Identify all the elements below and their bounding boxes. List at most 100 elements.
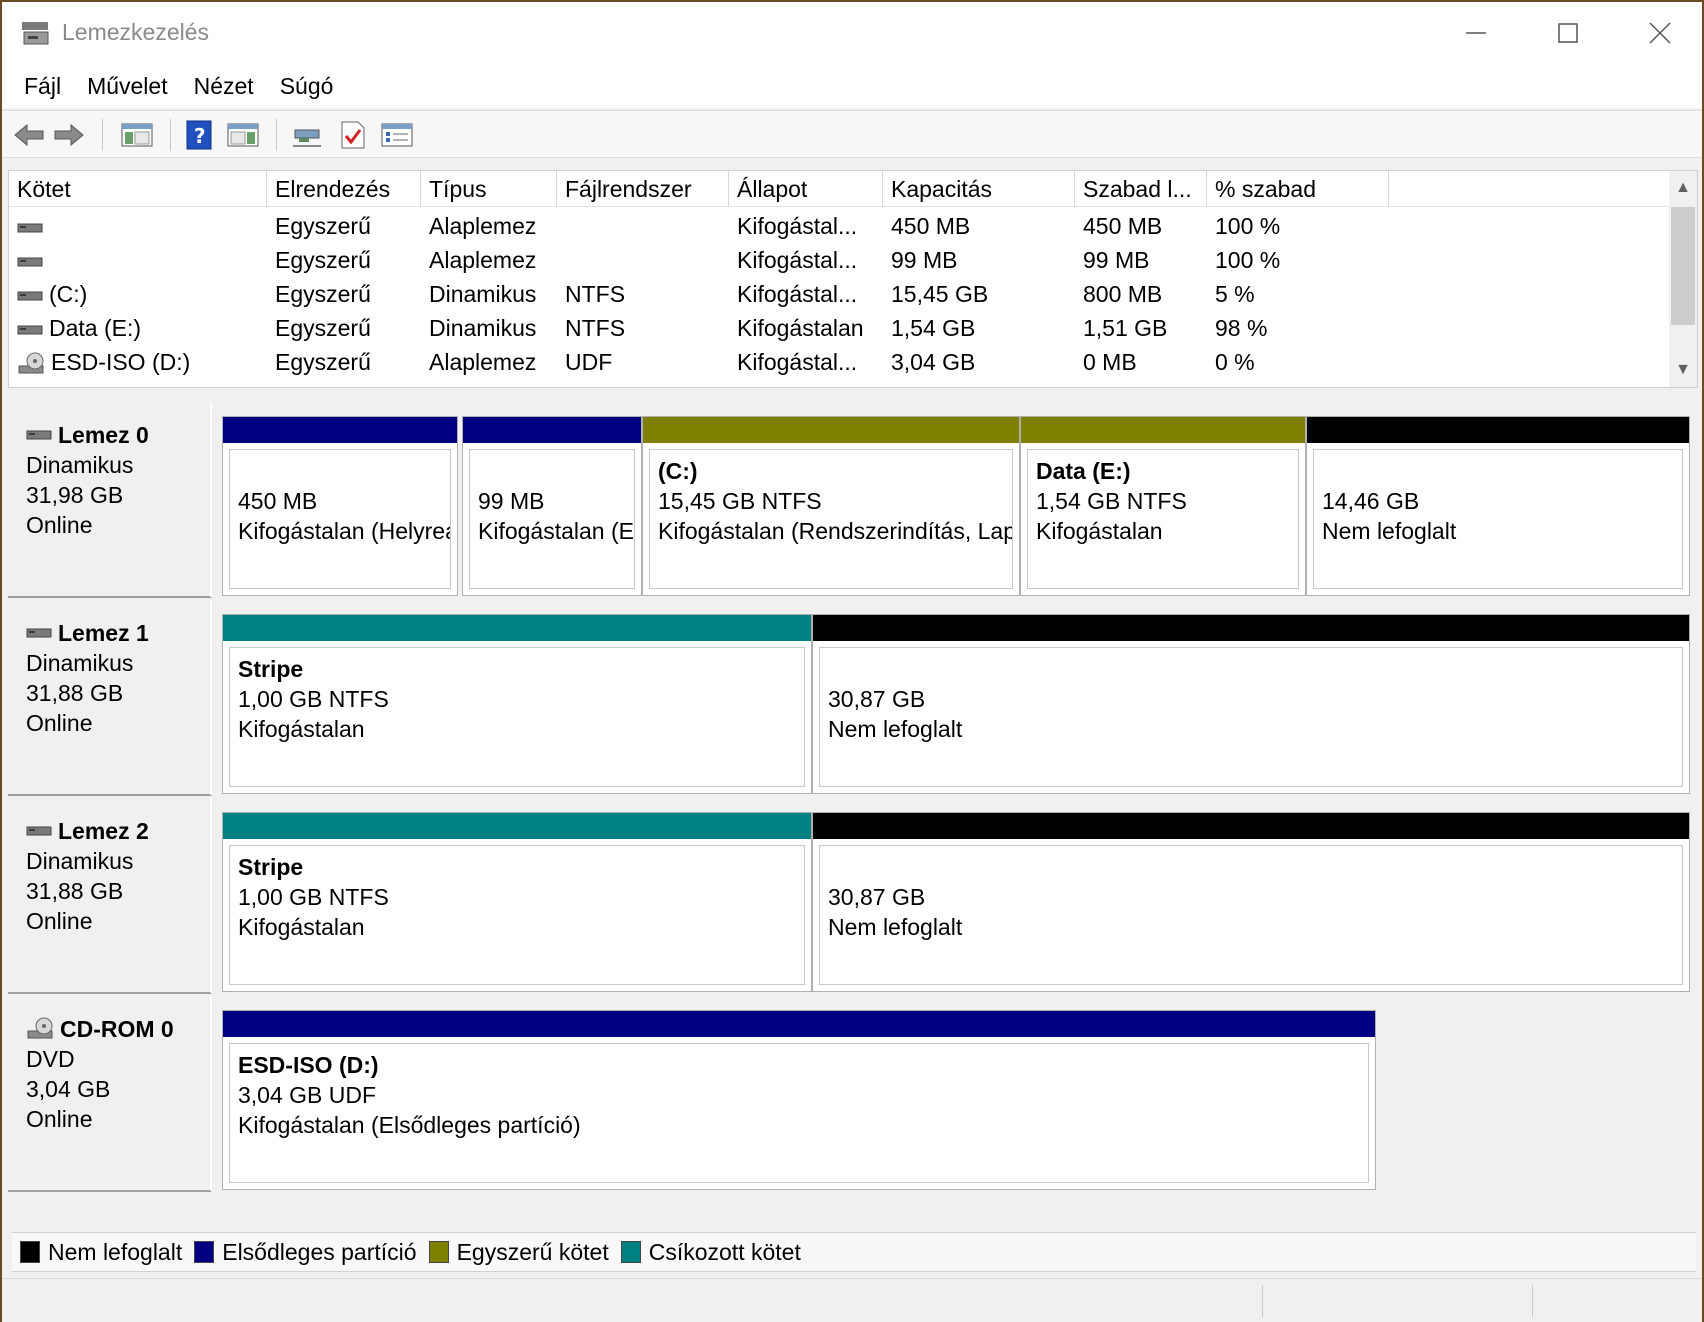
partition-block[interactable]: Stripe 1,00 GB NTFS Kifogástalan bbox=[222, 812, 812, 992]
partition-block[interactable]: 30,87 GB Nem lefoglalt bbox=[812, 812, 1690, 992]
help-icon: ? bbox=[186, 120, 212, 150]
disk-name-label: Lemez 2 bbox=[58, 818, 149, 844]
drive-icon bbox=[17, 223, 43, 233]
volume-type: Alaplemez bbox=[429, 349, 537, 375]
partition-title-spacer bbox=[478, 456, 634, 486]
drive-icon bbox=[26, 628, 52, 638]
partition-details: ESD-ISO (D:) 3,04 GB UDF Kifogástalan (Els… bbox=[229, 1043, 1369, 1183]
console-tree-icon bbox=[121, 123, 153, 147]
partition-status: Kifogástalan (Elsődleges partíció) bbox=[238, 1112, 581, 1138]
title-bar: Lemezkezelés bbox=[2, 2, 1702, 64]
partition-block[interactable]: 450 MB Kifogástalan (Helyreállítási partí… bbox=[222, 416, 458, 596]
disk-name-label: Lemez 0 bbox=[58, 422, 149, 448]
status-bar bbox=[2, 1278, 1702, 1322]
partition-block[interactable]: Data (E:) 1,54 GB NTFS Kifogástalan bbox=[1020, 416, 1306, 596]
partition-type-bar bbox=[1307, 417, 1689, 443]
forward-arrow-icon bbox=[54, 123, 84, 147]
column-header-status[interactable]: Állapot bbox=[729, 171, 883, 207]
volume-filesystem: NTFS bbox=[565, 281, 626, 307]
console-tree-button[interactable] bbox=[120, 119, 154, 151]
volume-row[interactable]: ESD-ISO (D:) Egyszerű Alaplemez UDF Kifogást… bbox=[9, 345, 1669, 379]
volume-filesystem: UDF bbox=[565, 349, 613, 375]
disk-info-panel[interactable]: Lemez 0 Dinamikus 31,98 GB Online bbox=[8, 402, 212, 598]
menu-action[interactable]: Művelet bbox=[77, 73, 184, 100]
help-button[interactable]: ? bbox=[182, 119, 216, 151]
connect-button[interactable] bbox=[290, 119, 324, 151]
volume-percent-free: 0 % bbox=[1215, 349, 1255, 375]
partition-details: 450 MB Kifogástalan (Helyreállítási partí… bbox=[229, 449, 451, 589]
volume-row[interactable]: Egyszerű Alaplemez Kifogástal... 99 MB 99 MB… bbox=[9, 243, 1669, 277]
column-header-layout[interactable]: Elrendezés bbox=[267, 171, 421, 207]
partition-status: Kifogástalan bbox=[238, 716, 365, 742]
action-pane-button[interactable] bbox=[226, 119, 260, 151]
volume-row[interactable]: (C:) Egyszerű Dinamikus NTFS Kifogástal... 15… bbox=[9, 277, 1669, 311]
maximize-button[interactable] bbox=[1522, 2, 1614, 64]
volume-capacity: 450 MB bbox=[891, 213, 971, 239]
drive-icon bbox=[17, 325, 43, 335]
volume-free-space: 1,51 GB bbox=[1083, 315, 1168, 341]
menu-help[interactable]: Súgó bbox=[270, 73, 350, 100]
legend-label: Elsődleges partíció bbox=[222, 1238, 417, 1265]
disk-kind: Dinamikus bbox=[26, 650, 134, 676]
partition-block[interactable]: (C:) 15,45 GB NTFS Kifogástalan (Rendszeri… bbox=[642, 416, 1020, 596]
disk-size: 31,98 GB bbox=[26, 482, 124, 508]
disk-graphical-view: Lemez 0 Dinamikus 31,98 GB Online 450 MB Kif… bbox=[8, 402, 1698, 1202]
scrollbar-thumb[interactable] bbox=[1671, 207, 1695, 325]
disk-info-panel[interactable]: Lemez 1 Dinamikus 31,88 GB Online bbox=[8, 600, 212, 796]
partition-block[interactable]: 99 MB Kifogástalan (EFI rendszerpartíció) bbox=[462, 416, 642, 596]
column-header-free-space[interactable]: Szabad l... bbox=[1075, 171, 1207, 207]
legend-label: Nem lefoglalt bbox=[48, 1238, 183, 1265]
partition-type-bar bbox=[223, 615, 811, 641]
disk-state: Online bbox=[26, 512, 93, 538]
partition-type-bar bbox=[223, 813, 811, 839]
scroll-down-icon[interactable]: ▼ bbox=[1669, 355, 1697, 385]
disk-info-panel[interactable]: Lemez 2 Dinamikus 31,88 GB Online bbox=[8, 798, 212, 994]
partition-block[interactable]: Stripe 1,00 GB NTFS Kifogástalan bbox=[222, 614, 812, 794]
volume-list-scrollbar[interactable]: ▲ ▼ bbox=[1669, 171, 1697, 387]
partition-size: 450 MB bbox=[238, 488, 318, 514]
partition-details: 14,46 GB Nem lefoglalt bbox=[1313, 449, 1683, 589]
volume-status: Kifogástalan bbox=[737, 315, 864, 341]
volume-type: Dinamikus bbox=[429, 315, 537, 341]
volume-row[interactable]: Data (E:) Egyszerű Dinamikus NTFS Kifogástal… bbox=[9, 311, 1669, 345]
partition-block[interactable]: ESD-ISO (D:) 3,04 GB UDF Kifogástalan (Els… bbox=[222, 1010, 1376, 1190]
disk-info-panel[interactable]: CD-ROM 0 DVD 3,04 GB Online bbox=[8, 996, 212, 1192]
partition-type-bar bbox=[643, 417, 1019, 443]
close-button[interactable] bbox=[1614, 2, 1704, 64]
forward-button[interactable] bbox=[52, 119, 86, 151]
back-button[interactable] bbox=[12, 119, 46, 151]
legend-label: Csíkozott kötet bbox=[648, 1238, 801, 1265]
disk-name-label: Lemez 1 bbox=[58, 620, 149, 646]
partition-status: Nem lefoglalt bbox=[828, 914, 963, 940]
disk-row: CD-ROM 0 DVD 3,04 GB Online ESD-ISO (D:) 3,04… bbox=[8, 996, 1698, 1192]
drive-icon bbox=[17, 291, 43, 301]
disk-management-app-icon bbox=[22, 22, 49, 45]
disk-kind: DVD bbox=[26, 1046, 75, 1072]
column-header-percent-free[interactable]: % szabad bbox=[1207, 171, 1389, 207]
check-button[interactable] bbox=[336, 119, 370, 151]
partition-type-bar bbox=[223, 417, 457, 443]
minimize-button[interactable] bbox=[1430, 2, 1522, 64]
scroll-up-icon[interactable]: ▲ bbox=[1669, 173, 1697, 203]
properties-button[interactable] bbox=[380, 119, 414, 151]
volume-filesystem: NTFS bbox=[565, 315, 626, 341]
column-header-type[interactable]: Típus bbox=[421, 171, 557, 207]
volume-capacity: 99 MB bbox=[891, 247, 958, 273]
disk-name: Lemez 0 bbox=[26, 420, 210, 450]
menu-file[interactable]: Fájl bbox=[14, 73, 77, 100]
toolbar-separator bbox=[276, 119, 277, 151]
partition-block[interactable]: 14,46 GB Nem lefoglalt bbox=[1306, 416, 1690, 596]
toolbar-separator bbox=[102, 119, 103, 151]
menu-view[interactable]: Nézet bbox=[184, 73, 270, 100]
legend-swatch bbox=[20, 1241, 40, 1263]
disk-size: 31,88 GB bbox=[26, 680, 124, 706]
column-header-filesystem[interactable]: Fájlrendszer bbox=[557, 171, 729, 207]
partition-type-bar bbox=[813, 813, 1689, 839]
volume-name bbox=[9, 209, 267, 243]
column-header-capacity[interactable]: Kapacitás bbox=[883, 171, 1075, 207]
volume-capacity: 15,45 GB bbox=[891, 281, 989, 307]
action-pane-icon bbox=[227, 123, 259, 147]
volume-row[interactable]: Egyszerű Alaplemez Kifogástal... 450 MB 450 … bbox=[9, 209, 1669, 243]
column-header-volume[interactable]: Kötet bbox=[9, 171, 267, 207]
partition-block[interactable]: 30,87 GB Nem lefoglalt bbox=[812, 614, 1690, 794]
